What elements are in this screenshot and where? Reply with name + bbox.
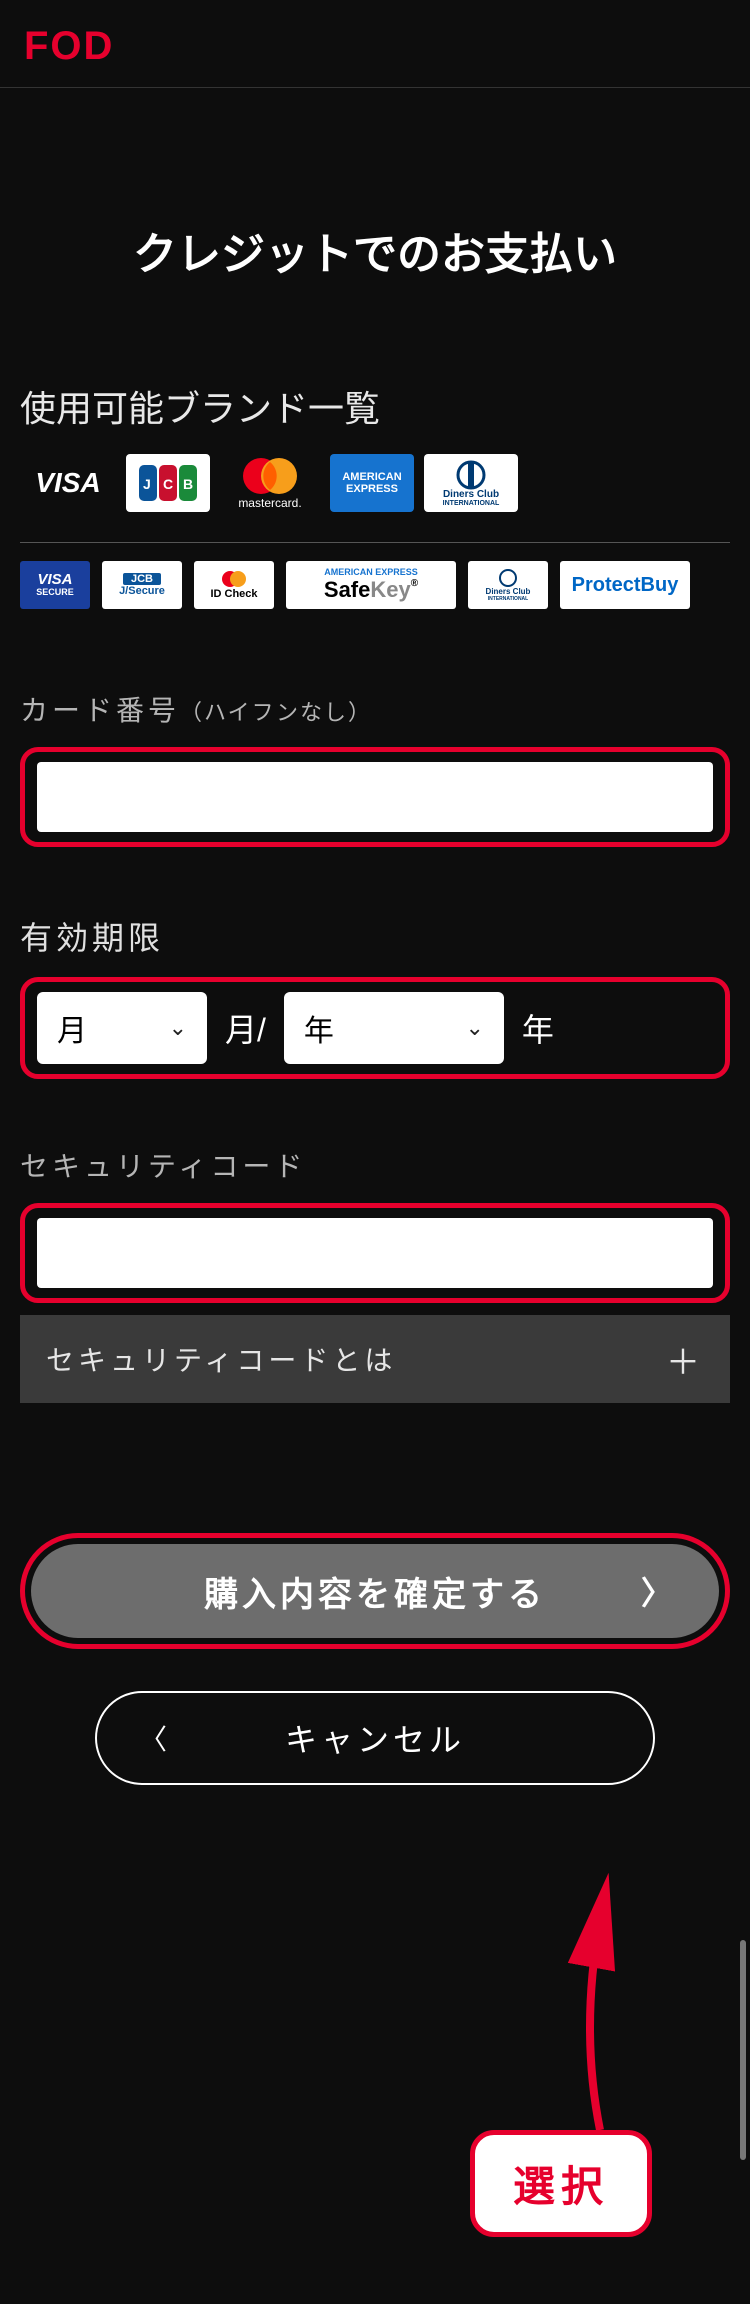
confirm-button-highlight: 購入内容を確定する 〉: [20, 1533, 730, 1649]
security-code-input[interactable]: [37, 1218, 713, 1288]
card-number-label: カード番号（ハイフンなし）: [20, 689, 730, 729]
expiry-year-select[interactable]: 年 ⌄: [284, 992, 504, 1064]
security-code-highlight: [20, 1203, 730, 1303]
divider: [20, 542, 730, 543]
expiry-label: 有効期限: [20, 913, 730, 959]
expiry-month-select[interactable]: 月 ⌄: [37, 992, 207, 1064]
chevron-down-icon: ⌄: [169, 1015, 187, 1041]
diners-logo: Diners Club INTERNATIONAL: [424, 454, 518, 512]
mastercard-logo: mastercard.: [220, 454, 320, 512]
chevron-left-icon: 〈: [139, 1718, 171, 1758]
plus-icon: ＋: [666, 1335, 704, 1384]
brand-logo: FOD: [24, 24, 726, 69]
jcb-logo: JCB: [126, 454, 210, 512]
year-unit-label: 年: [522, 1005, 554, 1051]
expiry-month-value: 月: [57, 1006, 87, 1050]
jcb-secure-logo: JCBJ/Secure: [102, 561, 182, 609]
svg-text:C: C: [163, 476, 173, 492]
visa-secure-logo: VISASECURE: [20, 561, 90, 609]
protectbuy-logo: ProtectBuy: [560, 561, 690, 609]
cancel-button-label: キャンセル: [285, 1715, 465, 1761]
card-brand-logos: VISA JCB mastercard. AMERICANEXPRESS Din…: [20, 454, 730, 512]
amex-logo: AMERICANEXPRESS: [330, 454, 414, 512]
confirm-purchase-button[interactable]: 購入内容を確定する 〉: [31, 1544, 719, 1638]
mc-idcheck-logo: ID Check: [194, 561, 274, 609]
amex-safekey-logo: AMERICAN EXPRESSSafeKey®: [286, 561, 456, 609]
security-code-label: セキュリティコード: [20, 1145, 730, 1185]
expiry-year-value: 年: [304, 1006, 334, 1050]
card-number-input[interactable]: [37, 762, 713, 832]
expiry-highlight: 月 ⌄ 月/ 年 ⌄ 年: [20, 977, 730, 1079]
cancel-button[interactable]: 〈 キャンセル: [95, 1691, 655, 1785]
page-title: クレジットでのお支払い: [20, 218, 730, 282]
month-unit-label: 月/: [225, 1005, 266, 1051]
secure-logos: VISASECURE JCBJ/Secure ID Check AMERICAN…: [20, 561, 730, 609]
annotation-pill: 選択: [470, 2130, 652, 2237]
annotation-arrow: [570, 1910, 630, 2145]
card-number-highlight: [20, 747, 730, 847]
visa-logo: VISA: [20, 454, 116, 512]
scrollbar-thumb[interactable]: [740, 1940, 746, 2160]
brands-heading: 使用可能ブランド一覧: [20, 380, 730, 432]
confirm-button-label: 購入内容を確定する: [204, 1567, 546, 1616]
security-code-help-accordion[interactable]: セキュリティコードとは ＋: [20, 1315, 730, 1403]
svg-text:B: B: [183, 476, 193, 492]
security-code-help-label: セキュリティコードとは: [46, 1339, 396, 1379]
diners-secure-logo: Diners ClubINTERNATIONAL: [468, 561, 548, 609]
chevron-right-icon: 〉: [641, 1568, 677, 1614]
chevron-down-icon: ⌄: [465, 1015, 483, 1041]
svg-text:J: J: [143, 476, 151, 492]
app-header: FOD: [0, 0, 750, 88]
